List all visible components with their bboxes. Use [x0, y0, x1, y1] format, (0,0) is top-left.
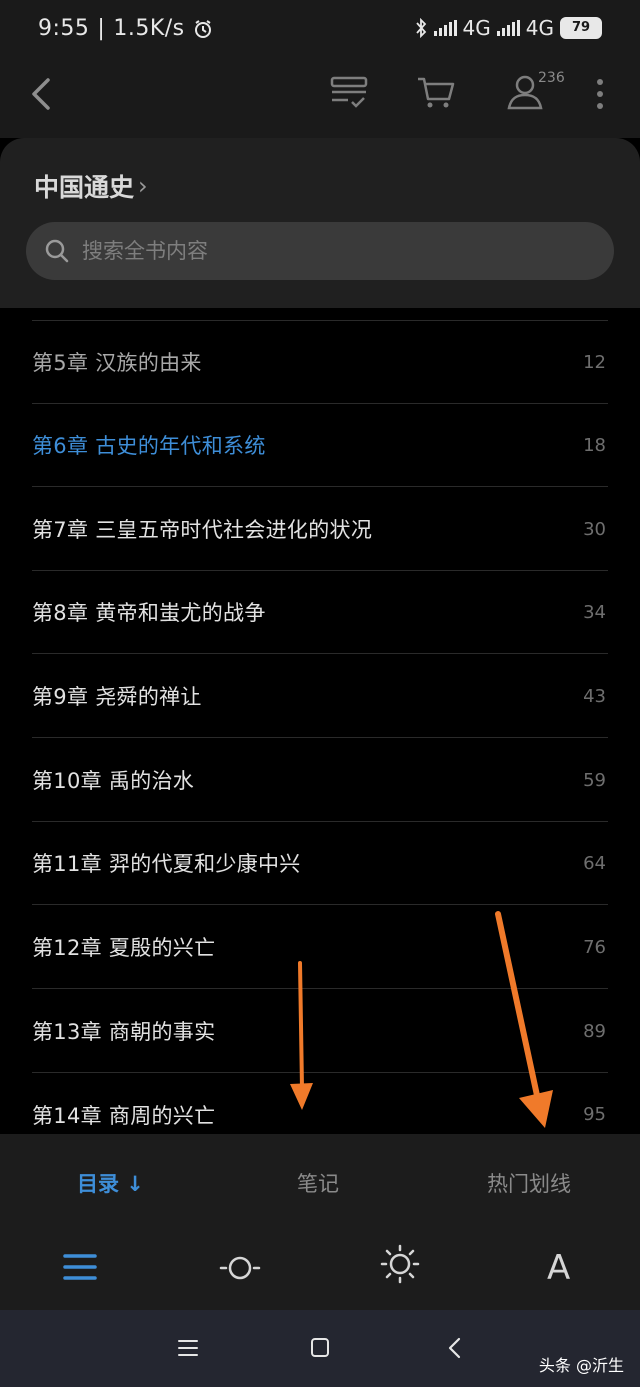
status-left: 9:55 | 1.5K/s [38, 16, 213, 41]
chapter-item[interactable]: 第10章 禹的治水 59 [32, 739, 608, 822]
chapter-page: 76 [583, 936, 606, 958]
chapter-title: 第13章 商朝的事实 [32, 1020, 216, 1044]
tab-hot-highlights[interactable]: 热门划线 [487, 1168, 571, 1198]
search-input[interactable] [80, 238, 564, 264]
chapter-title: 第8章 黄帝和蚩尤的战争 [32, 601, 266, 625]
bottom-tabs: 目录 ↓ 笔记 热门划线 [0, 1134, 640, 1224]
chapter-item[interactable]: 第11章 羿的代夏和少康中兴 64 [32, 822, 608, 905]
book-title-link[interactable]: 中国通史 › [34, 168, 148, 204]
chapter-page: 64 [583, 852, 606, 874]
recents-menu-icon[interactable] [177, 1336, 199, 1360]
chapter-title: 第12章 夏殷的兴亡 [32, 936, 216, 960]
status-bar: 9:55 | 1.5K/s 4G 4G 79 [0, 0, 640, 60]
chapter-item[interactable]: 第13章 商朝的事实 89 [32, 990, 608, 1073]
chapter-item[interactable]: 第7章 三皇五帝时代社会进化的状况 30 [32, 488, 608, 571]
back-icon[interactable] [445, 1336, 465, 1360]
reader-tools: A [0, 1224, 640, 1310]
chapter-list: 第5章 汉族的由来 12 第6章 古史的年代和系统 18 第7章 三皇五帝时代社… [0, 308, 640, 1134]
bluetooth-icon [415, 18, 426, 38]
chapter-title: 第7章 三皇五帝时代社会进化的状况 [32, 518, 373, 542]
more-icon[interactable] [592, 76, 608, 112]
battery-icon: 79 [560, 17, 602, 39]
brightness-high-icon[interactable] [380, 1244, 420, 1284]
chevron-right-icon: › [138, 172, 148, 200]
tab-toc[interactable]: 目录 ↓ [77, 1168, 144, 1198]
chapter-title: 第11章 羿的代夏和少康中兴 [32, 852, 301, 876]
font-size-button[interactable]: A [547, 1248, 570, 1288]
chapter-item[interactable]: 第8章 黄帝和蚩尤的战争 34 [32, 571, 608, 654]
home-icon[interactable] [309, 1336, 331, 1360]
search-icon [45, 239, 69, 263]
status-time: 9:55 [38, 16, 90, 41]
chapter-item[interactable]: 第14章 商周的兴亡 95 [32, 1073, 608, 1134]
tab-notes[interactable]: 笔记 [297, 1168, 339, 1198]
chapter-title: 第5章 汉族的由来 [32, 351, 202, 375]
signal-icon [433, 20, 457, 36]
network-type-2: 4G [525, 16, 554, 40]
chapter-page: 89 [583, 1020, 606, 1042]
chapter-page: 18 [583, 434, 606, 456]
chapter-page: 59 [583, 769, 606, 791]
cart-icon[interactable] [415, 72, 457, 112]
chapter-title: 第6章 古史的年代和系统 [32, 434, 266, 458]
top-toolbar: 236 [0, 60, 640, 138]
status-separator: | [97, 16, 106, 41]
chapter-page: 43 [583, 685, 606, 707]
status-right: 4G 4G 79 [414, 16, 602, 40]
chapter-title: 第9章 尧舜的禅让 [32, 685, 202, 709]
chapter-item[interactable]: 第12章 夏殷的兴亡 76 [32, 906, 608, 989]
chapter-title: 第10章 禹的治水 [32, 769, 195, 793]
chapter-item[interactable]: 第5章 汉族的由来 12 [32, 321, 608, 404]
chapter-item-current[interactable]: 第6章 古史的年代和系统 18 [32, 404, 608, 487]
avatar-count: 236 [538, 70, 565, 86]
menu-icon[interactable] [63, 1252, 97, 1282]
search-bar[interactable] [26, 222, 614, 280]
chapter-page: 30 [583, 518, 606, 540]
back-arrow-icon[interactable] [26, 74, 58, 114]
chapter-page: 12 [583, 351, 606, 373]
toc-panel-header: 中国通史 › [0, 138, 640, 308]
status-net-speed: 1.5K/s [113, 16, 185, 41]
system-nav-bar: 头条 @沂生 [0, 1310, 640, 1387]
chapter-page: 34 [583, 601, 606, 623]
network-type-1: 4G [462, 16, 491, 40]
alarm-icon [194, 19, 211, 38]
signal-icon-2 [496, 20, 520, 36]
chapter-item[interactable]: 第9章 尧舜的禅让 43 [32, 655, 608, 738]
chapter-page: 95 [583, 1104, 606, 1125]
chapter-title: 第14章 商周的兴亡 [32, 1103, 216, 1128]
book-title: 中国通史 [34, 173, 135, 202]
bookshelf-icon[interactable] [328, 72, 370, 112]
watermark: 头条 @沂生 [538, 1356, 624, 1375]
brightness-low-icon[interactable] [219, 1250, 261, 1286]
